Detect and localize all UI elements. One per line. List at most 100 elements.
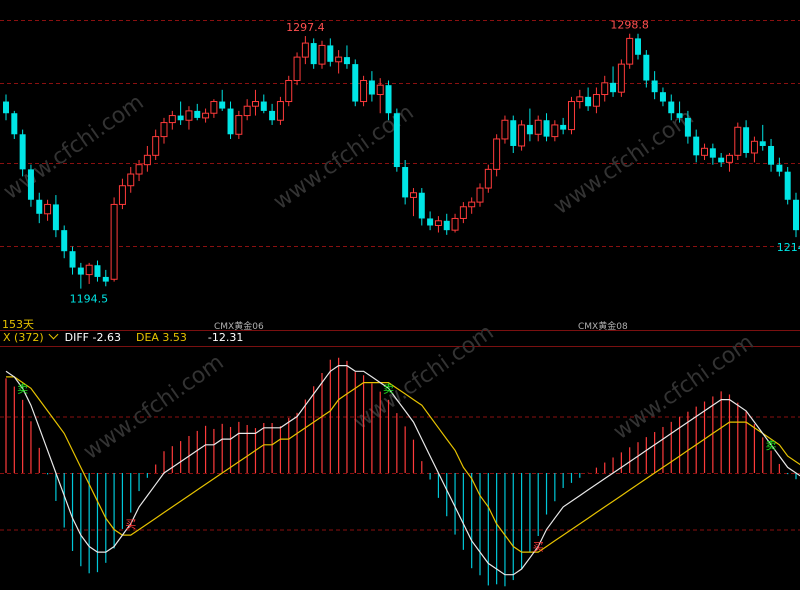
candle-body: [560, 124, 567, 130]
candle-body: [427, 218, 434, 226]
candle-body: [643, 54, 650, 81]
macd-chart-screen: www.cfchi.com www.cfchi.com www.cfchi.com w…: [0, 0, 800, 590]
candle-body: [202, 112, 210, 119]
chevron-down-icon[interactable]: [48, 329, 59, 340]
candle-body: [585, 96, 592, 107]
high-annotation: 1297.4: [286, 21, 325, 34]
diff-value: -2.63: [92, 331, 121, 344]
candle-body: [484, 168, 492, 189]
candle-body: [19, 134, 26, 170]
candle-body: [567, 101, 575, 131]
indicator-name[interactable]: X (372): [3, 331, 44, 344]
candle-body: [743, 127, 750, 153]
sell-signal: 卖: [17, 382, 28, 395]
candle-body: [94, 265, 101, 277]
candle-body: [759, 141, 766, 146]
candle-body: [526, 124, 533, 135]
candle-body: [227, 108, 234, 135]
candle-body: [69, 251, 76, 268]
candle-body: [701, 147, 709, 156]
candle-body: [592, 94, 600, 107]
high-annotation: 1298.8: [610, 19, 649, 32]
candle-body: [27, 169, 34, 200]
dea-value: 3.53: [162, 331, 187, 344]
candle-body: [77, 267, 84, 275]
candle-body: [693, 136, 700, 156]
candle-body: [659, 92, 666, 102]
candle-body: [501, 119, 509, 140]
candle-body: [626, 37, 634, 65]
candle-body: [551, 124, 559, 138]
candle-body: [61, 230, 68, 252]
candle-body: [534, 119, 542, 135]
candle-body: [269, 110, 276, 121]
candle-body: [709, 148, 716, 158]
candle-body: [493, 138, 501, 170]
chart-canvas: www.cfchi.com www.cfchi.com www.cfchi.comw…: [0, 19, 800, 587]
candle-body: [243, 105, 251, 117]
candle-body: [36, 199, 43, 214]
candle-body: [576, 96, 584, 103]
candle-body: [52, 204, 59, 231]
candle-body: [376, 84, 384, 96]
candle-body: [127, 173, 135, 187]
sell-signal: 卖: [766, 439, 777, 452]
candle-body: [310, 43, 317, 65]
candle-body: [734, 126, 742, 156]
candle-body: [210, 101, 218, 114]
low-annotation: 1194.5: [70, 293, 109, 306]
candle-body: [385, 85, 392, 114]
candle-body: [110, 203, 118, 280]
candle-body: [318, 44, 326, 65]
candle-body: [750, 140, 758, 154]
candle-body: [185, 110, 193, 121]
candle-body: [443, 220, 450, 231]
candle-body: [776, 164, 783, 172]
candle-body: [335, 56, 343, 63]
candle-body: [293, 56, 301, 81]
macd-header: X (372) DIFF -2.63 DEA 3.53 -12.31: [3, 329, 243, 345]
candle-body: [160, 122, 168, 138]
candle-body: [260, 101, 267, 111]
candle-body: [393, 113, 400, 168]
period-label: 153天: [2, 318, 34, 331]
candle-body: [402, 167, 409, 198]
candle-body: [518, 124, 526, 147]
candle-body: [601, 82, 609, 96]
candle-body: [102, 276, 109, 282]
candle-body: [635, 38, 641, 55]
contract-label-2: CMX黄金08: [578, 322, 628, 332]
candle-body: [143, 154, 151, 166]
candle-body: [610, 82, 617, 93]
indicator-selector[interactable]: X (372): [3, 329, 65, 344]
sell-signal: 卖: [383, 382, 394, 395]
candle-body: [725, 154, 733, 163]
candle-body: [409, 192, 417, 198]
candle-body: [784, 171, 791, 200]
candle-body: [651, 80, 658, 93]
candle-body: [152, 136, 160, 156]
candle-body: [768, 145, 775, 165]
candle-body: [543, 120, 550, 137]
candle-body: [459, 206, 467, 219]
candle-body: [168, 115, 176, 124]
candle-body: [360, 79, 368, 103]
candle-body: [343, 57, 350, 65]
candle-body: [684, 117, 691, 137]
candle-body: [468, 201, 476, 208]
candle-body: [11, 113, 18, 135]
low-annotation: 1214.3: [777, 241, 800, 254]
buy-signal: 买: [533, 540, 544, 553]
candle-body: [44, 203, 52, 215]
candle-body: [368, 80, 375, 95]
candle-body: [118, 185, 126, 205]
candle-body: [3, 101, 9, 114]
dea-label: DEA: [135, 331, 159, 344]
candle-body: [510, 120, 517, 146]
watermark-text: www.cfchi.com: [609, 330, 758, 445]
candle-body: [251, 101, 259, 107]
candle-body: [718, 157, 725, 163]
candle-body: [85, 264, 93, 276]
diff-label: DIFF: [64, 331, 89, 344]
candle-body: [434, 220, 442, 226]
